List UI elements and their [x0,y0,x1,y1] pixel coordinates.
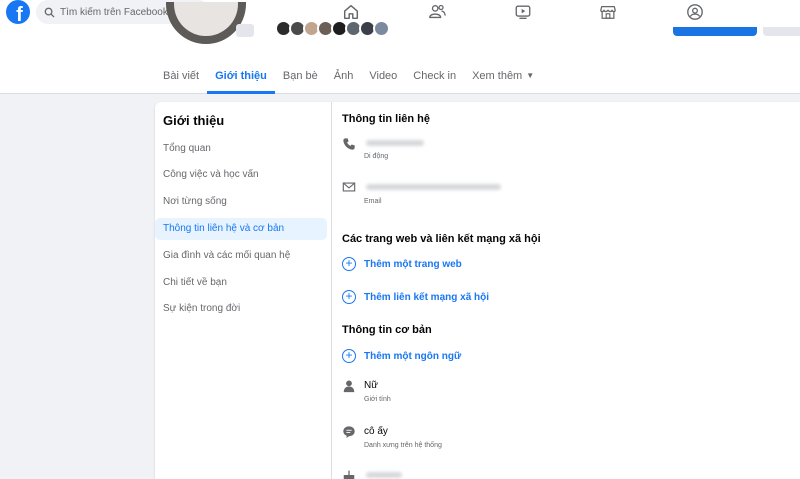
top-navigation-bar: f [0,0,800,30]
birthday-value-redacted [366,472,402,478]
tab-more[interactable]: Xem thêm ▼ [464,60,542,94]
groups-icon[interactable] [686,3,704,21]
websites-title: Các trang web và liên kết mạng xã hội [342,233,541,245]
tab-more-label: Xem thêm [472,70,523,82]
speech-bubble-icon [343,426,355,438]
plus-circle-icon: + [342,257,356,271]
caret-down-icon: ▼ [526,71,535,80]
add-language-label: Thêm một ngôn ngữ [364,350,462,362]
camera-icon[interactable] [236,24,254,37]
pronoun-label: Danh xưng trên hệ thống [364,442,442,449]
about-menu-work-education[interactable]: Công việc và học vấn [155,164,327,186]
add-language-link[interactable]: + Thêm một ngôn ngữ [342,349,461,363]
phone-number-redacted [366,140,424,146]
tab-videos[interactable]: Video [361,60,405,94]
about-card: Giới thiệu Tổng quan Công việc và học vấ… [155,102,800,479]
profile-header: Bài viết Giới thiệu Bạn bè Ảnh Video Che… [0,2,800,94]
birthday-icon [343,470,355,479]
phone-icon [343,138,355,150]
profile-tabs: Bài viết Giới thiệu Bạn bè Ảnh Video Che… [155,60,542,94]
tab-friends[interactable]: Bạn bè [275,60,326,94]
basic-info-title: Thông tin cơ bản [342,324,432,336]
about-menu-details-about-you[interactable]: Chi tiết về bạn [155,272,327,294]
tab-about[interactable]: Giới thiệu [207,60,275,94]
about-menu-family-relationships[interactable]: Gia đình và các mối quan hệ [155,245,327,267]
primary-action-button[interactable] [673,27,757,36]
gender-icon [343,380,355,393]
friend-avatars [275,20,390,37]
plus-circle-icon: + [342,290,356,304]
email-icon [342,182,356,192]
plus-circle-icon: + [342,349,356,363]
email-address-redacted [366,184,501,190]
secondary-action-button[interactable] [763,27,800,36]
about-title: Giới thiệu [163,113,225,128]
pronoun-value: cô ấy [364,426,388,437]
about-menu-life-events[interactable]: Sự kiện trong đời [155,298,327,320]
friends-icon[interactable] [428,3,446,21]
about-content: Thông tin liên hệ Di động Email Các tran… [342,102,792,479]
tab-posts[interactable]: Bài viết [155,60,207,94]
add-social-label: Thêm liên kết mạng xã hội [364,291,490,303]
gender-value: Nữ [364,380,378,391]
search-icon [44,7,55,18]
home-icon[interactable] [342,3,360,21]
facebook-logo[interactable]: f [6,0,30,24]
friend-avatar[interactable] [373,20,390,37]
watch-icon[interactable] [514,3,532,21]
tab-photos[interactable]: Ảnh [326,60,362,94]
about-menu-contact-basic-info[interactable]: Thông tin liên hệ và cơ bản [155,218,327,240]
marketplace-icon[interactable] [599,3,617,21]
profile-avatar[interactable] [166,2,246,44]
phone-label: Di động [364,153,389,160]
contact-info-title: Thông tin liên hệ [342,113,430,125]
add-website-label: Thêm một trang web [364,258,462,270]
about-menu-places-lived[interactable]: Nơi từng sống [155,191,327,213]
gender-label: Giới tính [364,396,391,403]
tab-check-ins[interactable]: Check in [405,60,464,94]
add-website-link[interactable]: + Thêm một trang web [342,257,462,271]
add-social-link[interactable]: + Thêm liên kết mạng xã hội [342,290,489,304]
email-label: Email [364,198,382,205]
about-menu-overview[interactable]: Tổng quan [155,138,327,160]
about-sidebar: Giới thiệu Tổng quan Công việc và học vấ… [155,102,332,479]
